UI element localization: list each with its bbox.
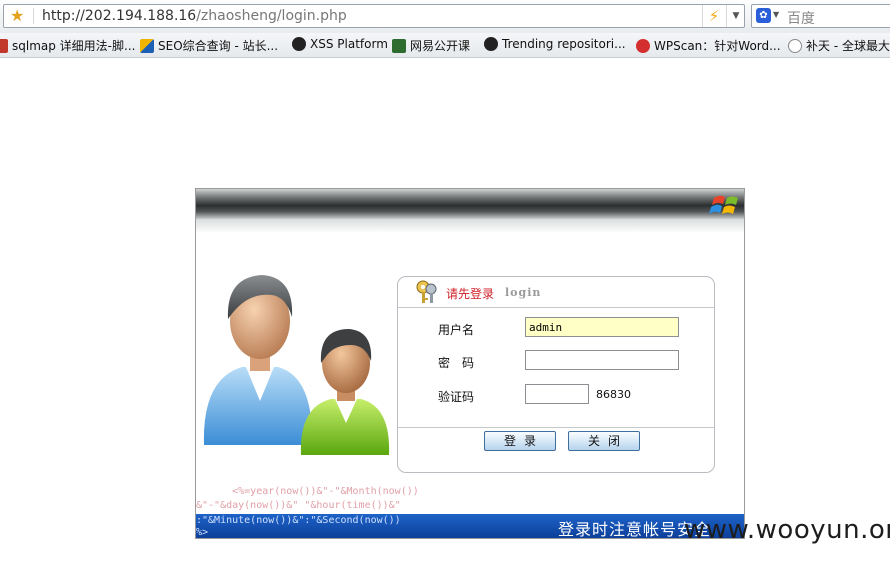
asp-debug-text: <%=year(now())&"-"&Month(now()) &"-"&day(… xyxy=(196,486,419,511)
address-bar[interactable]: ★ http://202.194.188.16/zhaosheng/login.… xyxy=(3,4,745,28)
url-text[interactable]: http://202.194.188.16/zhaosheng/login.ph… xyxy=(42,8,347,24)
bookmark-butian[interactable]: 补天 - 全球最大 xyxy=(788,37,890,54)
login-panel: 请先登录 login 用户名 密 码 验证码 86830 登录 关闭 <%=ye… xyxy=(195,188,745,539)
sqlmap-icon xyxy=(0,39,8,53)
bookmarks-bar: sqlmap 详细用法-脚... SEO综合查询 - 站长... XSS Pla… xyxy=(0,33,890,58)
login-title-en: login xyxy=(505,286,542,299)
admin-user-avatar-icon xyxy=(203,275,313,445)
netease-icon xyxy=(392,39,406,53)
windows-logo-icon xyxy=(709,195,738,214)
username-input[interactable] xyxy=(525,317,679,337)
butian-star-icon xyxy=(788,39,802,53)
search-input[interactable]: ✿ ▼ 百度 xyxy=(751,4,890,28)
login-title: 请先登录 xyxy=(446,287,495,301)
password-input[interactable] xyxy=(525,350,679,370)
login-form: 请先登录 login 用户名 密 码 验证码 86830 登录 关闭 xyxy=(397,276,715,473)
bookmark-star-icon[interactable]: ★ xyxy=(10,6,24,25)
footer-bar: :"&Minute(now())&":"&Second(now()) %> 登录时… xyxy=(196,514,744,538)
panel-header-bar xyxy=(196,189,744,219)
guest-user-avatar-icon xyxy=(300,329,390,455)
bookmark-xss-platform[interactable]: XSS Platform xyxy=(292,37,388,51)
github-icon xyxy=(484,37,498,51)
close-button[interactable]: 关闭 xyxy=(568,431,640,451)
bookmark-seo[interactable]: SEO综合查询 - 站长... xyxy=(140,37,278,54)
password-label: 密 码 xyxy=(438,356,475,370)
login-form-header: 请先登录 login xyxy=(398,277,714,308)
lightning-icon[interactable]: ⚡ xyxy=(702,5,725,27)
browser-toolbar: ★ http://202.194.188.16/zhaosheng/login.… xyxy=(0,0,890,34)
bookmark-netease[interactable]: 网易公开课 xyxy=(392,37,470,54)
bookmark-github-trending[interactable]: Trending repositori... xyxy=(484,37,626,51)
captcha-code: 86830 xyxy=(596,388,631,401)
captcha-input[interactable] xyxy=(525,384,589,404)
wpscan-icon xyxy=(636,39,650,53)
xss-skull-icon xyxy=(292,37,306,51)
bookmark-wpscan[interactable]: WPScan：针对Word... xyxy=(636,37,781,54)
keys-icon xyxy=(416,280,437,303)
captcha-label: 验证码 xyxy=(438,390,475,404)
username-label: 用户名 xyxy=(438,323,475,337)
login-button[interactable]: 登录 xyxy=(484,431,556,451)
baidu-paw-icon[interactable]: ✿ ▼ xyxy=(756,8,784,24)
bookmark-sqlmap[interactable]: sqlmap 详细用法-脚... xyxy=(0,37,135,54)
wooyun-watermark: www.wooyun.org xyxy=(684,515,890,545)
chevron-down-icon[interactable]: ▼ xyxy=(726,5,745,27)
seo-icon xyxy=(140,39,154,53)
